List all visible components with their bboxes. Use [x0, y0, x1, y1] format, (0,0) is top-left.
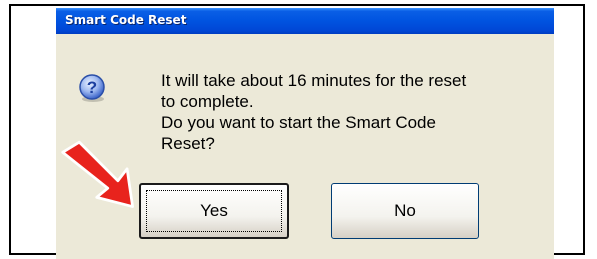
yes-button-label: Yes [200, 201, 228, 220]
no-button-label: No [394, 201, 416, 220]
message-line: It will take about 16 minutes for the re… [161, 71, 467, 90]
no-button[interactable]: No [331, 183, 479, 239]
red-arrow-icon [61, 140, 134, 208]
dialog-title: Smart Code Reset [65, 13, 187, 27]
question-icon: ? [79, 74, 105, 102]
dialog-message: It will take about 16 minutes for the re… [161, 70, 541, 154]
message-line: Do you want to start the Smart Code [161, 113, 436, 132]
title-bar[interactable]: Smart Code Reset [56, 8, 554, 34]
message-line: to complete. [161, 92, 254, 111]
smart-code-reset-dialog: Smart Code Reset ? It will take about 16… [56, 8, 554, 259]
svg-text:?: ? [87, 78, 97, 97]
message-line: Reset? [161, 134, 215, 153]
yes-button[interactable]: Yes [139, 183, 289, 239]
